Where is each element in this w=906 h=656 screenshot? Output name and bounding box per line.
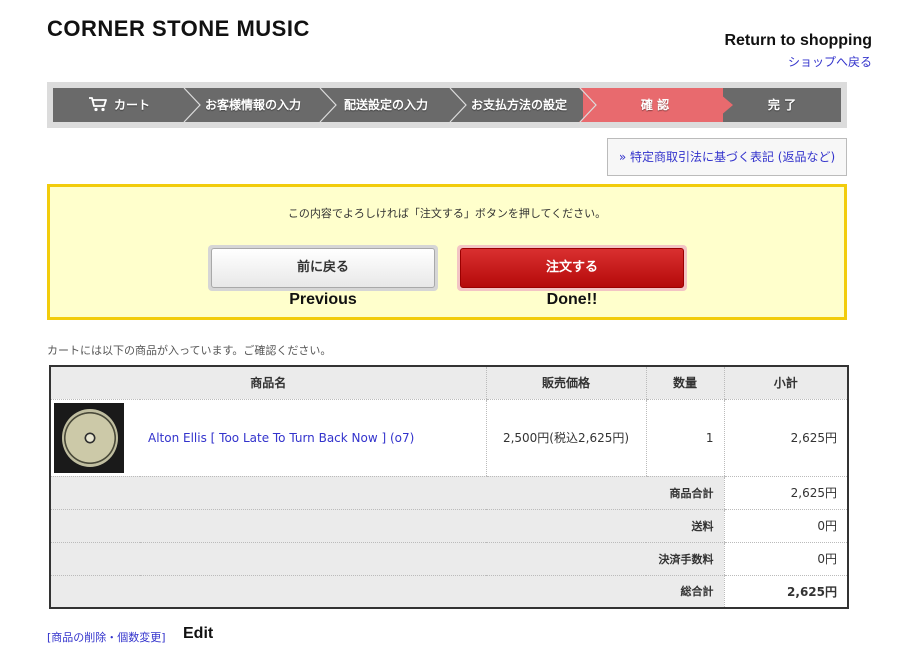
column-header-price: 販売価格 <box>485 366 646 400</box>
return-block: Return to shopping ショップへ戻る <box>724 32 872 70</box>
summary-value: 0円 <box>723 509 848 543</box>
checkout-steps: カート お客様情報の入力 配送設定の入力 お支払方法の設定 確 認 完 了 <box>53 88 841 122</box>
step-label: 完 了 <box>767 98 797 112</box>
step-separator-icon <box>319 88 337 122</box>
summary-row-total: 総合計 2,625円 <box>50 575 848 609</box>
step-complete: 完 了 <box>723 88 841 122</box>
record-thumbnail[interactable] <box>54 402 124 473</box>
item-qty: 1 <box>645 399 724 477</box>
summary-label: 総合計 <box>50 575 724 609</box>
column-header-qty: 数量 <box>645 366 724 400</box>
checkout-steps-bar: カート お客様情報の入力 配送設定の入力 お支払方法の設定 確 認 完 了 <box>47 82 847 128</box>
step-label: カート <box>113 98 150 112</box>
previous-caption: Previous <box>289 291 357 308</box>
column-header-name: 商品名 <box>50 366 486 400</box>
cart-table: 商品名 販売価格 数量 小計 Alton Ellis [ Too Late To… <box>49 365 849 609</box>
step-customer-info: お客様情報の入力 <box>185 88 321 122</box>
place-order-button[interactable]: 注文する <box>460 248 684 288</box>
vinyl-record-icon <box>62 408 118 467</box>
summary-row: 決済手数料 0円 <box>50 542 848 576</box>
summary-label: 決済手数料 <box>50 542 724 576</box>
item-name-cell: Alton Ellis [ Too Late To Turn Back Now … <box>140 399 486 477</box>
step-label: 確 認 <box>640 98 670 112</box>
summary-row: 送料 0円 <box>50 509 848 543</box>
step-shipping: 配送設定の入力 <box>321 88 451 122</box>
item-price: 2,500円(税込2,625円) <box>485 399 646 477</box>
column-header-subtotal: 小計 <box>723 366 848 400</box>
site-title: CORNER STONE MUSIC <box>47 16 310 41</box>
summary-label: 送料 <box>50 509 724 543</box>
step-separator-icon <box>449 88 467 122</box>
item-name-link[interactable]: Alton Ellis [ Too Late To Turn Back Now … <box>148 431 414 445</box>
summary-value-total: 2,625円 <box>723 575 848 609</box>
legal-notice-link[interactable]: » 特定商取引法に基づく表記 (返品など) <box>607 138 847 176</box>
table-header-row: 商品名 販売価格 数量 小計 <box>50 366 848 400</box>
previous-button[interactable]: 前に戻る <box>211 248 435 288</box>
summary-label: 商品合計 <box>50 476 724 510</box>
step-separator-icon <box>183 88 201 122</box>
edit-caption: Edit <box>183 625 214 642</box>
confirm-box: この内容でよろしければ「注文する」ボタンを押してください。 前に戻る 注文する … <box>47 184 847 320</box>
item-thumb-cell <box>50 399 140 477</box>
step-label: 配送設定の入力 <box>343 98 428 112</box>
summary-value: 2,625円 <box>723 476 848 510</box>
edit-cart-link[interactable]: [商品の削除・個数変更] <box>47 629 166 645</box>
step-separator-icon <box>579 88 597 122</box>
table-row: Alton Ellis [ Too Late To Turn Back Now … <box>50 399 848 477</box>
prev-button-frame: 前に戻る <box>208 245 438 291</box>
order-button-frame: 注文する <box>457 245 687 291</box>
cart-icon <box>88 97 107 112</box>
step-confirm: 確 認 <box>587 88 723 122</box>
cart-note: カートには以下の商品が入っています。ご確認ください。 <box>47 344 332 357</box>
step-active-arrow-icon <box>713 88 733 122</box>
step-cart: カート <box>53 88 185 122</box>
done-caption: Done!! <box>546 291 598 308</box>
item-subtotal: 2,625円 <box>723 399 848 477</box>
return-to-shopping-label: Return to shopping <box>724 32 872 49</box>
step-label: お支払方法の設定 <box>470 98 567 112</box>
step-label: お客様情報の入力 <box>204 98 301 112</box>
confirm-message: この内容でよろしければ「注文する」ボタンを押してください。 <box>287 207 607 220</box>
summary-value: 0円 <box>723 542 848 576</box>
summary-row: 商品合計 2,625円 <box>50 476 848 510</box>
return-to-shop-link[interactable]: ショップへ戻る <box>724 53 872 70</box>
step-payment: お支払方法の設定 <box>451 88 587 122</box>
